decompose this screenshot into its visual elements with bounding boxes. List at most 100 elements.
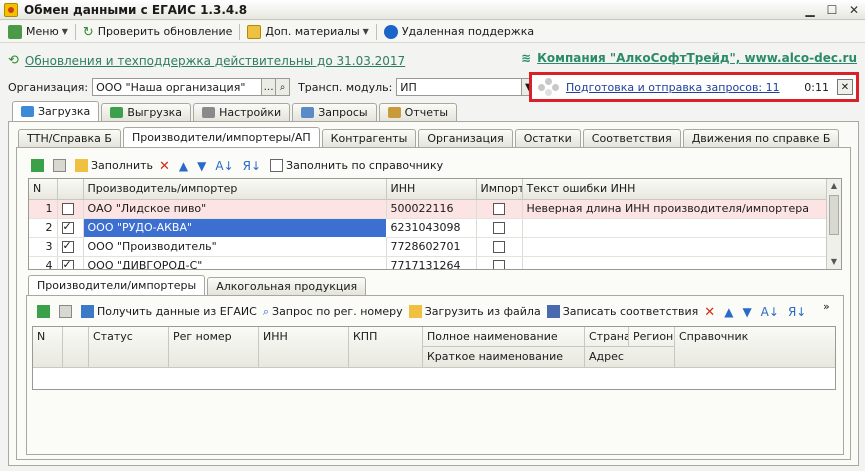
row-checkbox[interactable] bbox=[61, 258, 74, 269]
row-checkbox[interactable] bbox=[61, 203, 74, 215]
delete-button[interactable]: ✕ bbox=[701, 302, 721, 320]
table-row[interactable]: 1 ОАО "Лидское пиво" 500022116 Неверная … bbox=[29, 199, 829, 219]
column-header-address[interactable]: Адрес bbox=[585, 347, 675, 367]
column-header-inn[interactable]: ИНН bbox=[259, 327, 349, 368]
column-header-inn-error[interactable]: Текст ошибки ИНН bbox=[522, 179, 829, 200]
requests-icon bbox=[301, 107, 315, 118]
maximize-icon[interactable]: ☐ bbox=[821, 1, 843, 19]
menu-button[interactable]: Меню ▼ bbox=[4, 22, 72, 42]
import-checkbox[interactable] bbox=[493, 260, 505, 269]
close-window-icon[interactable]: ✕ bbox=[843, 1, 865, 19]
query-by-reg-number-button[interactable]: ⌕ Запрос по рег. номеру bbox=[260, 302, 406, 320]
check-all-button[interactable] bbox=[34, 302, 56, 320]
move-up-button[interactable]: ▲ bbox=[721, 302, 739, 320]
transport-module-field[interactable]: ИП bbox=[396, 78, 523, 96]
column-header-region[interactable]: Регион bbox=[629, 327, 675, 347]
scroll-thumb[interactable] bbox=[829, 195, 839, 235]
column-header-check[interactable] bbox=[63, 327, 89, 368]
tab-matches[interactable]: Соответствия bbox=[582, 129, 681, 147]
search-icon[interactable]: ⌕ bbox=[276, 78, 291, 96]
organization-row: Организация: ООО "Наша организация" … ⌕ … bbox=[8, 78, 565, 96]
row-checkbox[interactable] bbox=[61, 220, 74, 234]
fill-button[interactable]: Заполнить bbox=[72, 156, 156, 174]
row-checkbox[interactable] bbox=[61, 239, 74, 253]
tab-movements[interactable]: Движения по справке Б bbox=[682, 129, 840, 147]
update-link[interactable]: Обновления и техподдержка действительны … bbox=[25, 54, 405, 68]
column-header-inn[interactable]: ИНН bbox=[386, 179, 477, 200]
tab-reports[interactable]: Отчеты bbox=[378, 103, 458, 121]
column-header-country[interactable]: Страна bbox=[585, 327, 629, 347]
menu-icon bbox=[8, 24, 22, 39]
column-header-reg-number[interactable]: Рег номер bbox=[169, 327, 259, 368]
column-header-check[interactable] bbox=[57, 179, 84, 200]
notification-link[interactable]: Подготовка и отправка запросов: 11 bbox=[566, 81, 804, 94]
toolbar-separator bbox=[74, 23, 76, 40]
uncheck-all-button[interactable] bbox=[50, 156, 72, 174]
tab-requests[interactable]: Запросы bbox=[292, 103, 377, 121]
tab-balances[interactable]: Остатки bbox=[514, 129, 581, 147]
check-all-button[interactable] bbox=[28, 156, 50, 174]
notification-timer: 0:11 bbox=[804, 80, 829, 94]
tab-unload[interactable]: Выгрузка bbox=[101, 103, 192, 121]
import-checkbox[interactable] bbox=[493, 241, 505, 253]
column-header-short-name[interactable]: Краткое наименование bbox=[423, 347, 585, 367]
tab-producers-importers[interactable]: Производители/импортеры bbox=[28, 275, 206, 295]
company-logo-icon: ≋ bbox=[521, 51, 532, 65]
extra-materials-button[interactable]: Доп. материалы ▼ bbox=[243, 22, 372, 42]
tab-ttn[interactable]: ТТН/Справка Б bbox=[18, 129, 121, 147]
check-all-icon bbox=[37, 304, 50, 318]
fill-by-reference-button[interactable]: Заполнить по справочнику bbox=[267, 156, 446, 174]
column-header-kpp[interactable]: КПП bbox=[349, 327, 423, 368]
import-checkbox[interactable] bbox=[493, 203, 505, 215]
move-up-button[interactable]: ▲ bbox=[176, 156, 194, 174]
sort-asc-button[interactable]: A↓ bbox=[212, 156, 239, 174]
vertical-scrollbar[interactable]: ▲ ▼ bbox=[826, 179, 841, 269]
column-header-import[interactable]: Импорт bbox=[476, 179, 523, 200]
move-down-button[interactable]: ▼ bbox=[194, 156, 212, 174]
table-row[interactable]: 4 ООО "ДИВГОРОД-С" 7717131264 bbox=[29, 256, 829, 269]
load-from-file-button[interactable]: Загрузить из файла bbox=[406, 302, 544, 320]
sort-asc-button[interactable]: A↓ bbox=[758, 302, 785, 320]
minimize-icon[interactable]: ▁ bbox=[799, 1, 821, 19]
table-icon bbox=[270, 158, 284, 172]
sort-asc-icon: A↓ bbox=[215, 158, 234, 173]
save-matches-button[interactable]: Записать соответствия bbox=[544, 302, 702, 320]
column-header-status[interactable]: Статус bbox=[89, 327, 169, 368]
remote-support-button[interactable]: Удаленная поддержка bbox=[380, 22, 538, 42]
table-row[interactable]: 2 ООО "РУДО-АКВА" 6231043098 bbox=[29, 217, 829, 238]
tab-alcohol-products[interactable]: Алкогольная продукция bbox=[207, 277, 367, 295]
tab-organization[interactable]: Организация bbox=[418, 129, 513, 147]
tab-contractors[interactable]: Контрагенты bbox=[321, 129, 417, 147]
get-egais-data-button[interactable]: Получить данные из ЕГАИС bbox=[78, 302, 260, 320]
tab-producers[interactable]: Производители/импортеры/АП bbox=[122, 127, 320, 147]
teamviewer-icon bbox=[383, 24, 398, 39]
column-header-full-name[interactable]: Полное наименование bbox=[423, 327, 585, 347]
select-organization-button[interactable]: … bbox=[262, 78, 277, 96]
uncheck-all-button[interactable] bbox=[56, 302, 78, 320]
import-checkbox[interactable] bbox=[493, 222, 505, 234]
arrow-down-icon: ▼ bbox=[197, 158, 207, 173]
column-header-reference[interactable]: Справочник bbox=[675, 327, 835, 368]
scroll-up-icon[interactable]: ▲ bbox=[827, 179, 841, 193]
close-notification-icon[interactable]: ✕ bbox=[837, 79, 853, 95]
column-header-producer[interactable]: Производитель/импортер bbox=[83, 179, 387, 200]
sort-desc-button[interactable]: Я↓ bbox=[785, 302, 812, 320]
window-title: Обмен данными с ЕГАИС 1.3.4.8 bbox=[24, 2, 248, 17]
tab-settings[interactable]: Настройки bbox=[193, 103, 291, 121]
scroll-down-icon[interactable]: ▼ bbox=[827, 255, 841, 269]
column-header-n[interactable]: N bbox=[33, 327, 63, 368]
column-header-n[interactable]: N bbox=[29, 179, 58, 200]
unload-icon bbox=[110, 107, 124, 118]
request-notification: Подготовка и отправка запросов: 11 0:11 … bbox=[529, 72, 859, 102]
more-toolbar-icon[interactable]: » bbox=[823, 300, 830, 313]
toolbar-separator bbox=[375, 23, 377, 40]
delete-button[interactable]: ✕ bbox=[156, 156, 176, 174]
table-row[interactable]: 3 ООО "Производитель" 7728602701 bbox=[29, 237, 829, 257]
organization-field[interactable]: ООО "Наша организация" bbox=[92, 78, 263, 96]
move-down-button[interactable]: ▼ bbox=[739, 302, 757, 320]
check-update-button[interactable]: ↻ Проверить обновление bbox=[79, 22, 236, 42]
sort-desc-button[interactable]: Я↓ bbox=[240, 156, 267, 174]
tab-load[interactable]: Загрузка bbox=[12, 101, 100, 121]
delete-icon: ✕ bbox=[704, 304, 716, 320]
company-link[interactable]: ≋ Компания "АлкоСофтТрейд", www.alco-dec… bbox=[521, 51, 857, 65]
